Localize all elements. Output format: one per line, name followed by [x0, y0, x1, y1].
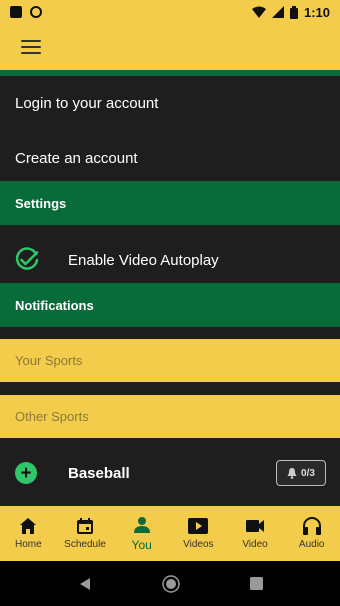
nav-video-label: Video [242, 539, 268, 550]
person-icon [133, 516, 150, 533]
home-button-icon[interactable] [161, 574, 180, 593]
notification-toggle-button[interactable]: 0/3 [276, 460, 326, 486]
sync-icon [30, 6, 42, 18]
notification-count: 0/3 [301, 467, 315, 479]
play-icon [188, 518, 209, 534]
back-icon[interactable] [78, 577, 92, 591]
recents-icon[interactable] [249, 577, 263, 590]
plus-icon[interactable]: + [15, 462, 37, 484]
wifi-icon [251, 6, 266, 18]
other-sports-header: Other Sports [0, 395, 340, 438]
headphones-icon [302, 517, 321, 535]
nav-home[interactable]: Home [0, 506, 57, 561]
settings-header-label: Settings [15, 195, 67, 211]
notification-icon [10, 6, 22, 18]
nav-you-label: You [131, 537, 152, 552]
home-icon [20, 518, 37, 534]
your-sports-header: Your Sports [0, 339, 340, 382]
nav-audio[interactable]: Audio [283, 506, 340, 561]
autoplay-toggle-row[interactable]: Enable Video Autoplay [0, 238, 340, 282]
your-sports-header-label: Your Sports [15, 353, 83, 368]
hamburger-menu-icon[interactable] [21, 39, 41, 55]
nav-schedule[interactable]: Schedule [57, 506, 114, 561]
sport-row-baseball[interactable]: + Baseball 0/3 [0, 451, 340, 495]
system-navigation-bar [0, 561, 340, 606]
login-label: Login to your account [15, 95, 159, 112]
bottom-nav: Home Schedule You Videos Video Audio [0, 506, 340, 561]
nav-videos[interactable]: Videos [170, 506, 227, 561]
create-account-link[interactable]: Create an account [0, 140, 340, 176]
calendar-icon [77, 518, 93, 534]
nav-home-label: Home [14, 539, 42, 550]
status-bar: 1:10 [0, 0, 340, 24]
nav-schedule-label: Schedule [64, 539, 106, 550]
nav-video[interactable]: Video [227, 506, 284, 561]
bell-icon [287, 467, 297, 479]
notifications-header: Notifications [0, 283, 340, 327]
settings-header: Settings [0, 181, 340, 225]
app-bar [0, 24, 340, 76]
nav-you[interactable]: You [113, 506, 170, 561]
autoplay-label: Enable Video Autoplay [68, 251, 219, 269]
notifications-header-label: Notifications [15, 297, 94, 313]
status-time: 1:10 [303, 4, 330, 20]
battery-icon [289, 5, 298, 19]
sport-label: Baseball [68, 464, 130, 482]
create-account-label: Create an account [15, 149, 138, 167]
nav-audio-label: Audio [298, 539, 325, 550]
other-sports-header-label: Other Sports [15, 409, 89, 424]
signal-icon [271, 6, 284, 18]
check-circle-icon[interactable] [14, 247, 40, 273]
nav-videos-label: Videos [183, 539, 214, 550]
login-link[interactable]: Login to your account [0, 82, 340, 115]
videocam-icon [246, 520, 265, 532]
